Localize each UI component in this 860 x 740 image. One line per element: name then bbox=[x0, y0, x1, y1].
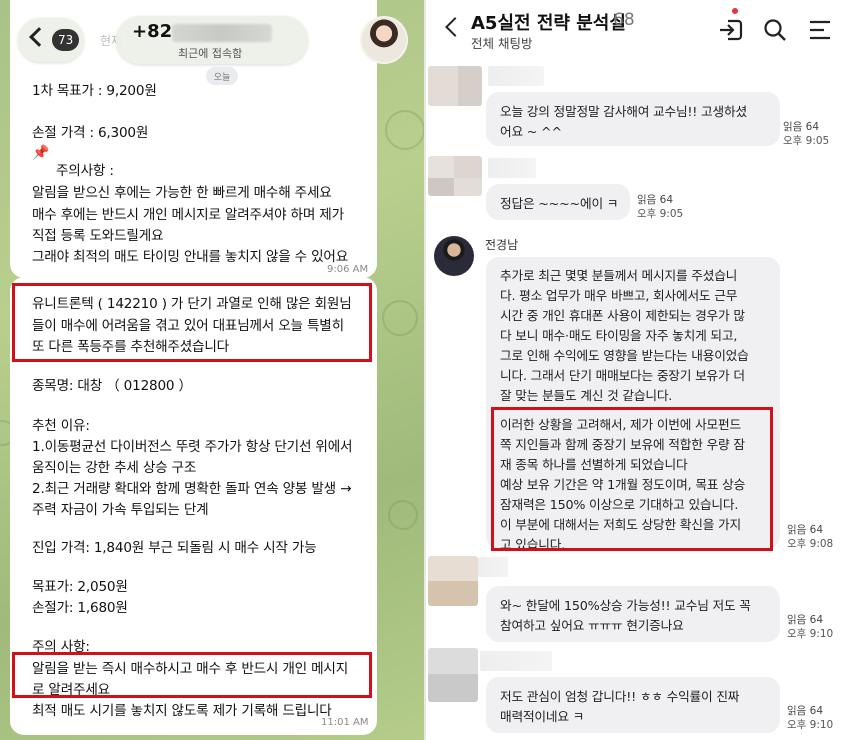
message-line: 움직이는 강한 추세 상승 구조 bbox=[32, 460, 197, 476]
message-line: 정답은 ~~~~에이 ㅋ bbox=[500, 196, 619, 211]
member-count: 68 bbox=[613, 10, 635, 30]
message-line: 2.최근 거래량 확대와 함께 명확한 돌파 연속 양봉 발생 → bbox=[32, 481, 352, 497]
blurred-sender-name bbox=[488, 158, 536, 178]
redacted-phone bbox=[172, 24, 272, 42]
notification-dot bbox=[732, 8, 738, 14]
blurred-avatar bbox=[428, 156, 482, 196]
blurred-sender-name bbox=[488, 66, 544, 86]
message-line: 어요 ~ ^^ bbox=[500, 124, 562, 139]
chat-header[interactable]: +82 최근에 접속함 bbox=[116, 16, 308, 64]
message-line: 다. 평소 업무가 매우 바쁘고, 회사에서도 근무 bbox=[500, 288, 738, 303]
message-line: 주력 자금이 가속 투입되는 단계 bbox=[32, 502, 209, 518]
today-badge: 오늘 bbox=[206, 67, 238, 85]
read-count: 읽음 64 bbox=[787, 614, 824, 626]
back-chevron-icon bbox=[29, 27, 49, 47]
blurred-avatar bbox=[428, 648, 478, 702]
blurred-sender-name bbox=[480, 651, 552, 671]
message-line: 시간 중 개인 휴대폰 사용이 제한되는 경우가 많 bbox=[500, 308, 745, 323]
message-time: 오후 9:05 bbox=[637, 208, 684, 220]
unread-count-badge: 73 bbox=[52, 29, 80, 51]
read-count: 읽음 64 bbox=[783, 121, 820, 133]
chat-message-bubble[interactable]: 정답은 ~~~~에이 ㅋ bbox=[486, 184, 630, 220]
enter-room-icon[interactable] bbox=[718, 18, 744, 42]
blurred-avatar bbox=[428, 556, 478, 606]
message-line: 진입 가격: 1,840원 부근 되돌림 시 매수 시작 가능 bbox=[32, 540, 317, 556]
message-line: 1.이동평균선 다이버전스 뚜렷 주가가 항상 단기선 위에서 bbox=[32, 439, 353, 455]
message-line: 손절 가격 : 6,300원 bbox=[32, 125, 149, 141]
message-time: 오후 9:10 bbox=[787, 719, 834, 731]
message-time: 9:06 AM bbox=[327, 264, 369, 275]
message-line: 추가로 최근 몇몇 분들께서 메시지를 주셨습니 bbox=[500, 268, 738, 283]
telegram-chat-panel: 현재 1차 목표가 : 9,200원 오늘 손절 가격 : 6,300원 📌 주… bbox=[0, 0, 424, 740]
message-line: 참여하고 싶어요 ㅠㅠㅠ 현기증나요 bbox=[500, 618, 684, 633]
kakaotalk-chat-panel: A5실전 전략 분석실 68 전체 채팅방 오늘 강의 정말정말 감사해여 교수… bbox=[426, 0, 860, 740]
message-line: 손절가: 1,680원 bbox=[32, 600, 128, 616]
highlight-box bbox=[491, 407, 773, 551]
blurred-sender-name bbox=[478, 557, 508, 577]
menu-icon[interactable] bbox=[809, 20, 831, 40]
chat-message-bubble[interactable]: 저도 관심이 엄청 갑니다!! ㅎㅎ 수익률이 진짜 매력적이네요 ㅋ bbox=[486, 677, 780, 733]
message-line: 그래야 최적의 매도 타이밍 안내를 놓치지 않을 수 있어요 bbox=[32, 249, 349, 265]
message-line: 니다. 그래서 단기 매매보다는 중장기 보유가 더 bbox=[500, 368, 745, 383]
chat-message-bubble[interactable]: 와~ 한달에 150%상승 가능성!! 교수님 저도 꼭 참여하고 싶어요 ㅠㅠ… bbox=[486, 586, 780, 642]
message-line: 잘 맞는 분들도 계신 것 같습니다. bbox=[500, 388, 673, 403]
message-line: 매력적이네요 ㅋ bbox=[500, 709, 585, 724]
chat-room-title: A5실전 전략 분석실 bbox=[471, 13, 626, 34]
chat-room-subtitle: 전체 채팅방 bbox=[471, 36, 533, 51]
message-line: 종목명: 대창 （ 012800 ） bbox=[32, 378, 192, 394]
background-doodle bbox=[385, 110, 424, 150]
last-seen-status: 최근에 접속함 bbox=[178, 47, 243, 60]
highlight-box bbox=[12, 652, 372, 698]
read-count: 읽음 64 bbox=[637, 194, 674, 206]
message-line: 목표가: 2,050원 bbox=[32, 579, 128, 595]
message-line: 최적 매도 시기를 놓치지 않도록 제가 기록해 드립니다 bbox=[32, 703, 332, 719]
background-doodle bbox=[388, 500, 418, 530]
contact-avatar[interactable] bbox=[360, 16, 408, 64]
message-line: 저도 관심이 엄청 갑니다!! ㅎㅎ 수익률이 진짜 bbox=[500, 689, 740, 704]
search-icon[interactable] bbox=[763, 18, 787, 42]
message-time: 오후 9:10 bbox=[787, 628, 834, 640]
sender-avatar[interactable] bbox=[434, 236, 474, 276]
message-line: 매수 후에는 반드시 개인 메시지로 알려주셔야 하며 제가 bbox=[32, 207, 344, 223]
message-line: 추천 이유: bbox=[32, 418, 90, 434]
message-line: 그로 인해 수익에도 영향을 받는다는 내용이었습 bbox=[500, 348, 749, 363]
sender-name: 전경남 bbox=[485, 238, 519, 252]
read-count: 읽음 64 bbox=[787, 524, 824, 536]
background-doodle bbox=[382, 300, 418, 336]
message-time: 오후 9:05 bbox=[783, 135, 830, 147]
read-count: 읽음 64 bbox=[787, 705, 824, 717]
message-line: 1차 목표가 : 9,200원 bbox=[32, 83, 157, 99]
message-line: 오늘 강의 정말정말 감사해여 교수님!! 고생하셨 bbox=[500, 104, 747, 119]
highlight-box bbox=[12, 283, 372, 362]
message-time: 11:01 AM bbox=[321, 717, 369, 728]
back-chevron-icon[interactable] bbox=[445, 17, 465, 37]
blurred-avatar bbox=[428, 66, 482, 106]
message-line: 와~ 한달에 150%상승 가능성!! 교수님 저도 꼭 bbox=[500, 598, 751, 613]
contact-phone: +82 bbox=[132, 21, 173, 42]
back-button[interactable]: 73 bbox=[18, 18, 84, 62]
message-line: 다 보니 매수·매도 타이밍을 자주 놓치게 되고, bbox=[500, 328, 738, 343]
chat-message-bubble[interactable]: 오늘 강의 정말정말 감사해여 교수님!! 고생하셨 어요 ~ ^^ bbox=[486, 92, 780, 146]
message-line: 알림을 받으신 후에는 가능한 한 빠르게 매수해 주세요 bbox=[32, 185, 332, 201]
message-time: 오후 9:08 bbox=[787, 538, 834, 550]
message-line: 직접 등록 도와드릴게요 bbox=[32, 228, 164, 244]
pushpin-icon: 📌 bbox=[32, 145, 50, 161]
message-line: 주의사항 : bbox=[56, 163, 114, 179]
